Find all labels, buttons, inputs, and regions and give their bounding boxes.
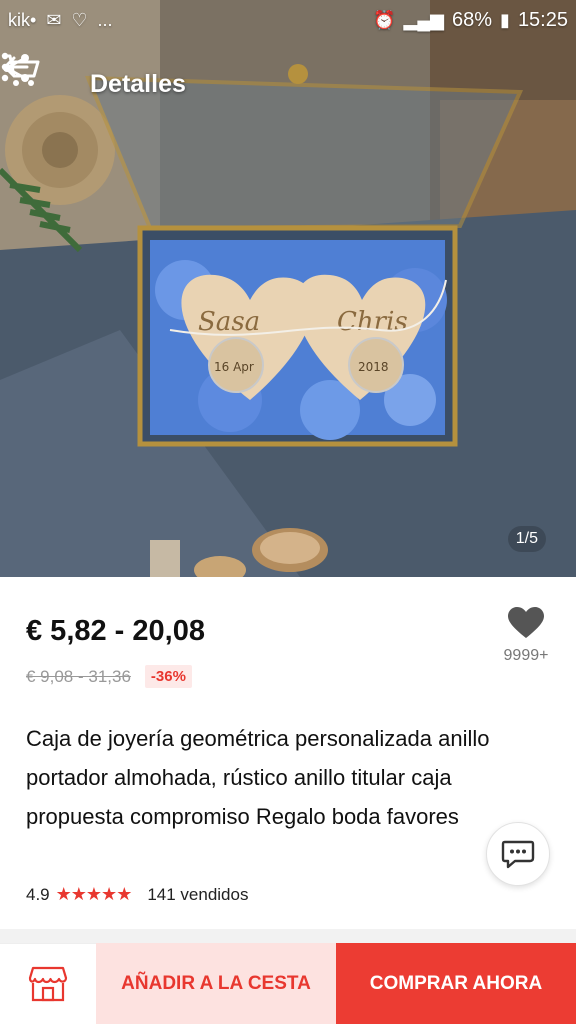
heart-text-left: Sasa [198,307,260,337]
price: € 5,82 - 20,08 [26,615,205,647]
battery-level: 68% [452,8,493,31]
chat-button[interactable] [486,822,550,886]
wishlist-button[interactable]: 9999+ [494,607,558,665]
status-bar: kik• ✉ ♡ ... ⏰ ▂▄▆ 68% ▮ 15:25 [0,0,576,40]
header-toolbar: Detalles [0,52,576,116]
more-vertical-icon [1,52,9,82]
kik-icon: kik• [8,9,37,30]
page-title: Detalles [90,69,186,98]
alarm-icon: ⏰ [373,9,396,30]
clock: 15:25 [517,8,568,31]
battery-icon: ▮ [500,9,510,30]
product-image[interactable]: Sasa Chris 16 Apr 2018 kik• ✉ ♡ ... ⏰ ▂▄… [0,0,576,577]
mail-icon: ✉ [46,9,62,30]
rating-row[interactable]: 4.9 ★★★★★ 141 vendidos [26,884,248,905]
discount-badge: -36% [144,665,192,688]
heart-icon [508,607,544,638]
image-counter: 1/5 [507,526,546,552]
chat-icon [501,840,535,869]
signal-icon: ▂▄▆ [403,9,444,30]
cart-button[interactable] [3,54,402,112]
more-button[interactable] [1,52,554,112]
heart-text-right: Chris [337,307,408,337]
original-price: € 9,08 - 31,36 [26,666,131,686]
share-button[interactable] [3,54,478,112]
tag-text-left: 16 Apr [214,360,254,374]
bottom-action-bar: AÑADIR A LA CESTA COMPRAR AHORA [0,943,576,1024]
buy-now-button[interactable]: COMPRAR AHORA [336,943,576,1024]
notification-ellipsis: ... [97,9,113,30]
tag-text-right: 2018 [358,360,389,374]
add-to-cart-button[interactable]: AÑADIR A LA CESTA [96,943,336,1024]
section-divider [0,929,576,943]
star-rating-icon: ★★★★★ [55,884,133,904]
heart-outline-icon: ♡ [71,9,88,30]
store-button[interactable] [0,943,96,1024]
product-title: Caja de joyería geométrica personalizada… [26,726,490,829]
rating-value: 4.9 [26,884,50,904]
store-icon [28,966,68,1002]
sold-count: 141 vendidos [147,884,249,904]
original-price-row: € 9,08 - 31,36 -36% [26,665,192,688]
wishlist-count: 9999+ [503,647,549,664]
product-info: € 5,82 - 20,08 € 9,08 - 31,36 -36% 9999+… [0,577,576,929]
